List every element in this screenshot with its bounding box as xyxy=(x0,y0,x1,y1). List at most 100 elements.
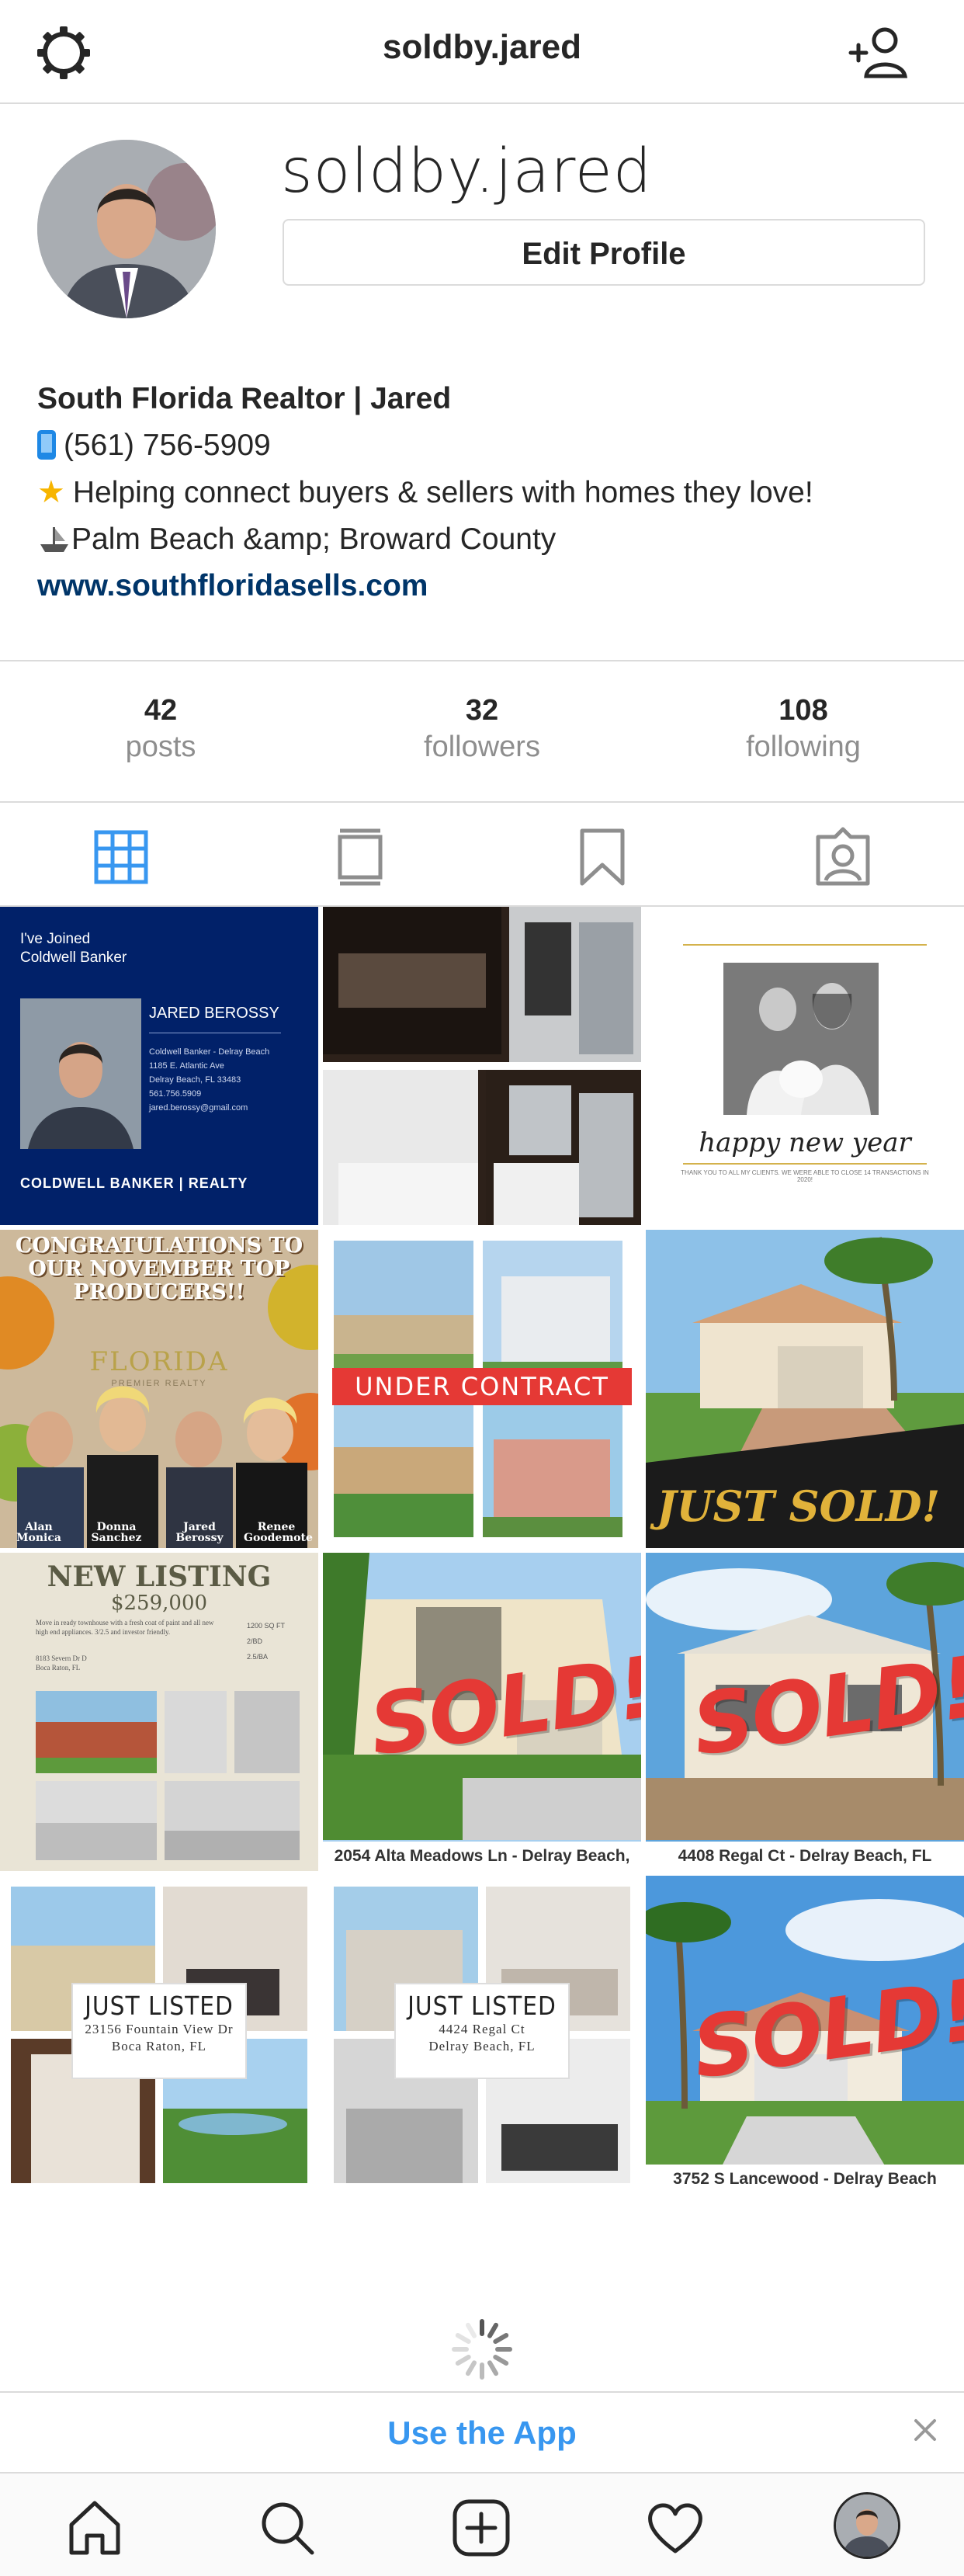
post-11-label: JUST LISTED xyxy=(407,1991,557,2021)
post-7-baths: 2.5/BA xyxy=(247,1653,269,1661)
avatar-photo xyxy=(37,140,216,318)
post-tile-10[interactable]: JUST LISTED 23156 Fountain View Dr Boca … xyxy=(0,1876,318,2194)
post-1-email: jared.berossy@gmail.com xyxy=(149,1103,248,1113)
post-tile-6[interactable]: JUST SOLD! xyxy=(646,1230,964,1548)
saved-icon[interactable] xyxy=(571,826,633,888)
post-3-top-rule xyxy=(683,944,927,946)
stat-posts[interactable]: 42 posts xyxy=(0,694,321,764)
post-4-person-3: Jared Berossy xyxy=(175,1521,224,1544)
activity-heart-icon[interactable] xyxy=(644,2497,706,2559)
post-tile-5[interactable]: UNDER CONTRACT xyxy=(323,1230,641,1548)
post-7-address: 8183 Severn Dr D Boca Raton, FL xyxy=(36,1654,87,1672)
post-3-greeting: happy new year xyxy=(699,1127,911,1158)
post-11-addr-2: Delray Beach, FL xyxy=(428,2039,536,2054)
bio-name: South Florida Realtor | Jared xyxy=(37,382,452,415)
post-tile-2[interactable] xyxy=(323,907,641,1225)
post-4-person-1: Alan Monica xyxy=(16,1521,61,1544)
post-12-caption: 3752 S Lancewood - Delray Beach xyxy=(646,2165,964,2194)
profile-username: soldby.jared xyxy=(281,137,653,207)
search-icon[interactable] xyxy=(256,2497,318,2559)
post-tile-9[interactable]: SOLD! 4408 Regal Ct - Delray Beach, FL xyxy=(646,1553,964,1871)
feed-icon[interactable] xyxy=(329,826,391,888)
post-4-brand: FLORIDA xyxy=(89,1346,229,1377)
post-10-label-box: JUST LISTED 23156 Fountain View Dr Boca … xyxy=(73,1984,245,2078)
bottom-nav xyxy=(0,2472,964,2576)
stat-followers-count: 32 xyxy=(465,694,499,727)
bio-tagline: Helping connect buyers & sellers with ho… xyxy=(72,476,813,509)
star-icon: ★ xyxy=(37,475,65,509)
stat-followers[interactable]: 32 followers xyxy=(321,694,643,764)
post-4-person-4: Renee Goodemote xyxy=(244,1521,313,1544)
post-4-brand-sub: PREMIER REALTY xyxy=(111,1379,207,1388)
post-8-caption: 2054 Alta Meadows Ln - Delray Beach, FL xyxy=(323,1842,641,1871)
post-1-intro: I've Joined Coldwell Banker xyxy=(20,930,127,967)
post-3-thanks: THANK YOU TO ALL MY CLIENTS. WE WERE ABL… xyxy=(681,1169,929,1183)
post-tile-7[interactable]: NEW LISTING $259,000 Move in ready townh… xyxy=(0,1553,318,1871)
post-11-addr-1: 4424 Regal Ct xyxy=(439,2022,525,2036)
close-icon[interactable] xyxy=(908,2413,942,2447)
post-7-beds: 2/BD xyxy=(247,1637,263,1645)
page-title: soldby.jared xyxy=(383,28,581,66)
post-1-line-2: Coldwell Banker xyxy=(20,950,127,966)
new-post-icon[interactable] xyxy=(450,2497,512,2559)
post-1-brand: COLDWELL BANKER | REALTY xyxy=(20,1175,248,1191)
use-app-link[interactable]: Use the App xyxy=(0,2415,964,2452)
post-7-features: 1200 SQ FT 2/BD 2.5/BA xyxy=(247,1618,285,1665)
post-7-photos xyxy=(36,1691,300,1860)
bio-website-link[interactable]: www.southfloridasells.com xyxy=(37,563,930,609)
post-6-label: JUST SOLD! xyxy=(657,1481,941,1531)
profile-nav-avatar[interactable] xyxy=(834,2492,900,2559)
stat-following[interactable]: 108 following xyxy=(643,694,964,764)
stat-posts-label: posts xyxy=(125,731,196,763)
bio-line-2: ★ Helping connect buyers & sellers with h… xyxy=(37,469,930,516)
profile-avatar[interactable] xyxy=(37,140,216,318)
profile-stats: 42 posts 32 followers 108 following xyxy=(0,660,964,803)
post-2-kitchen-photo xyxy=(323,907,641,1225)
post-10-label: JUST LISTED xyxy=(85,1991,234,2021)
stat-following-count: 108 xyxy=(778,694,828,727)
post-3-bottom-rule xyxy=(683,1163,927,1165)
post-tile-1[interactable]: I've Joined Coldwell Banker JARED BEROSS… xyxy=(0,907,318,1225)
mobile-phone-icon xyxy=(37,430,56,460)
post-tile-3[interactable]: happy new year THANK YOU TO ALL MY CLIEN… xyxy=(646,907,964,1225)
use-app-banner: Use the App xyxy=(0,2391,964,2472)
post-1-contact: Coldwell Banker - Delray Beach 1185 E. A… xyxy=(149,1045,269,1115)
edit-profile-button[interactable]: Edit Profile xyxy=(283,219,925,286)
post-10-addr-1: 23156 Fountain View Dr xyxy=(85,2022,234,2036)
profile-tabs xyxy=(0,803,964,907)
post-7-addr-1: 8183 Severn Dr D xyxy=(36,1654,87,1662)
post-1-line-1: I've Joined xyxy=(20,931,91,947)
post-7-title: NEW LISTING xyxy=(47,1561,272,1593)
boat-icon xyxy=(40,527,68,552)
nav-avatar-photo xyxy=(836,2494,898,2557)
bio-phone-line: (561) 756-5909 xyxy=(37,422,930,469)
post-3-couple-photo xyxy=(723,963,879,1115)
stat-posts-count: 42 xyxy=(144,694,178,727)
post-tile-4[interactable]: CONGRATULATIONS TO OUR NOVEMBER TOP PROD… xyxy=(0,1230,318,1548)
post-1-headshot xyxy=(20,998,141,1149)
loading-spinner-icon xyxy=(452,2319,512,2380)
top-bar: soldby.jared xyxy=(0,0,964,104)
post-10-addr-2: Boca Raton, FL xyxy=(111,2039,207,2054)
post-1-addr-3: Delray Beach, FL 33483 xyxy=(149,1075,241,1085)
home-icon[interactable] xyxy=(64,2497,126,2559)
post-1-addr-1: Coldwell Banker - Delray Beach xyxy=(149,1047,270,1057)
bio-phone: (561) 756-5909 xyxy=(64,429,271,462)
post-9-caption: 4408 Regal Ct - Delray Beach, FL xyxy=(646,1842,964,1871)
tagged-icon[interactable] xyxy=(812,826,874,888)
post-7-sqft: 1200 SQ FT xyxy=(247,1622,286,1630)
profile-bio: South Florida Realtor | Jared (561) 756-… xyxy=(37,376,930,609)
post-7-desc: Move in ready townhouse with a fresh coa… xyxy=(36,1619,214,1636)
post-7-price: $259,000 xyxy=(110,1592,208,1615)
post-tile-11[interactable]: JUST LISTED 4424 Regal Ct Delray Beach, … xyxy=(323,1876,641,2194)
post-tile-12[interactable]: SOLD! 3752 S Lancewood - Delray Beach xyxy=(646,1876,964,2194)
post-7-addr-2: Boca Raton, FL xyxy=(36,1664,81,1672)
bio-location: Palm Beach &amp; Broward County xyxy=(71,522,557,556)
add-user-icon[interactable] xyxy=(848,23,910,82)
post-1-phone: 561.756.5909 xyxy=(149,1089,202,1099)
post-11-label-box: JUST LISTED 4424 Regal Ct Delray Beach, … xyxy=(396,1984,568,2078)
stat-followers-label: followers xyxy=(424,731,540,763)
post-1-agent-name: JARED BEROSSY xyxy=(149,1005,279,1022)
grid-icon[interactable] xyxy=(90,826,152,888)
post-tile-8[interactable]: SOLD! 2054 Alta Meadows Ln - Delray Beac… xyxy=(323,1553,641,1871)
